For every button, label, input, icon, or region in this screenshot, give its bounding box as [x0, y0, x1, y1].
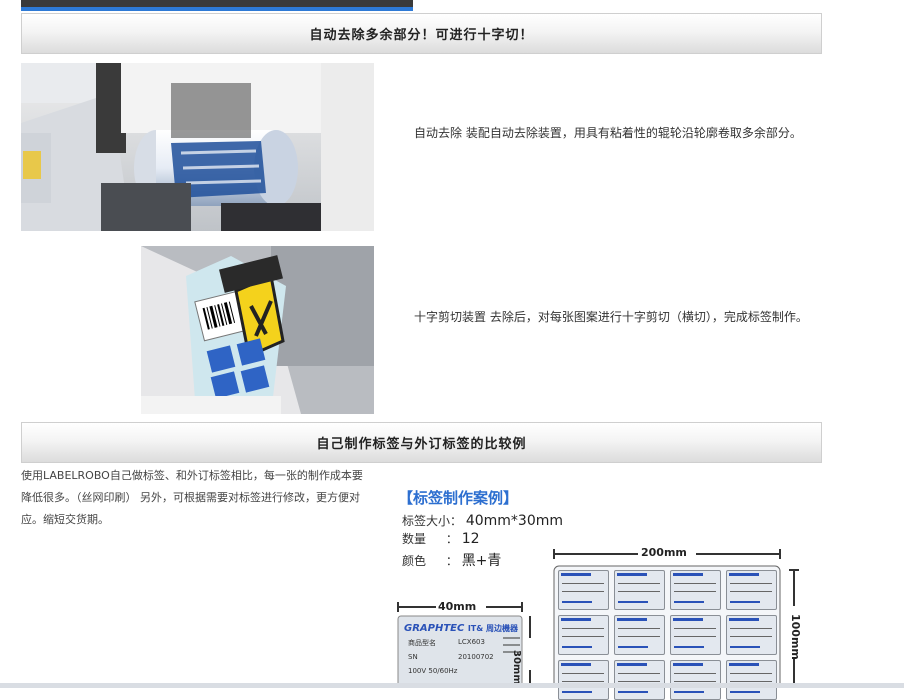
label-row1-value: LCX603	[458, 638, 485, 646]
spec-size-label: 标签大小：	[402, 514, 463, 528]
case-title: 【标签制作案例】	[398, 489, 519, 507]
mini-label	[558, 570, 609, 610]
single-label-diagram: 40mm 30mm GRAPHTEC IT& 周边機器 商品型名 LCX603 …	[396, 598, 546, 688]
label-brand-suffix: IT& 周边機器	[467, 624, 519, 633]
label-row2-key: SN	[408, 653, 418, 661]
spec-color-label: 颜色	[402, 554, 427, 568]
dim-40mm: 40mm	[438, 600, 477, 613]
section-header-comparison: 自己制作标签与外订标签的比较例	[21, 422, 822, 463]
mini-label	[558, 660, 609, 700]
section-title: 自己制作标签与外订标签的比较例	[316, 437, 527, 452]
label-row3-key: 100V 50/60Hz	[408, 667, 458, 675]
photo-cross-cut	[21, 246, 374, 414]
spec-qty-value: 12	[461, 531, 480, 547]
mini-label	[558, 615, 609, 655]
mini-label	[670, 570, 721, 610]
mini-label	[614, 570, 665, 610]
mini-label	[726, 570, 777, 610]
comparison-intro: 使用LABELROBO自己做标签、和外订标签相比，每一张的制作成本要降低很多。（…	[21, 469, 363, 526]
label-brand: GRAPHTEC IT& 周边機器	[404, 623, 518, 634]
spec-size-value: 40mm*30mm	[465, 513, 564, 529]
mini-label	[670, 615, 721, 655]
mini-label	[670, 660, 721, 700]
dim-30mm: 30mm	[511, 650, 522, 685]
spec-qty-label: 数量	[402, 532, 427, 546]
spec-color: 颜色 ： 黑+青	[402, 553, 502, 569]
spec-color-value: 黑+青	[461, 553, 502, 569]
mini-label	[726, 660, 777, 700]
label-sheet-diagram: 200mm 100mm	[552, 544, 806, 700]
desc-auto-removal: 自动去除 装配自动去除装置，用具有粘着性的辊轮沿轮廓卷取多余部分。	[414, 126, 802, 140]
spec-qty: 数量 ： 12	[402, 531, 480, 547]
label-row1-key: 商品型名	[408, 639, 436, 647]
photo-auto-removal-roller	[21, 63, 374, 231]
label-row2-value: 20100702	[458, 653, 494, 661]
spec-size: 标签大小： 40mm*30mm	[402, 512, 563, 529]
dim-200mm: 200mm	[641, 546, 687, 559]
section-header-auto-removal: 自动去除多余部分！可进行十字切！	[21, 13, 822, 54]
dim-100mm: 100mm	[789, 614, 802, 660]
mini-label	[726, 615, 777, 655]
top-strip-blue-line	[21, 7, 413, 11]
desc-cross-cut: 十字剪切装置 去除后，对每张图案进行十字剪切（横切），完成标签制作。	[414, 310, 808, 324]
label-brand-name: GRAPHTEC	[404, 623, 465, 634]
section-title: 自动去除多余部分！可进行十字切！	[309, 28, 534, 43]
page-bottom-bar	[0, 683, 904, 688]
top-image-strip	[21, 0, 413, 11]
mini-label	[614, 615, 665, 655]
label-sheet-grid	[558, 570, 778, 700]
mini-label	[614, 660, 665, 700]
